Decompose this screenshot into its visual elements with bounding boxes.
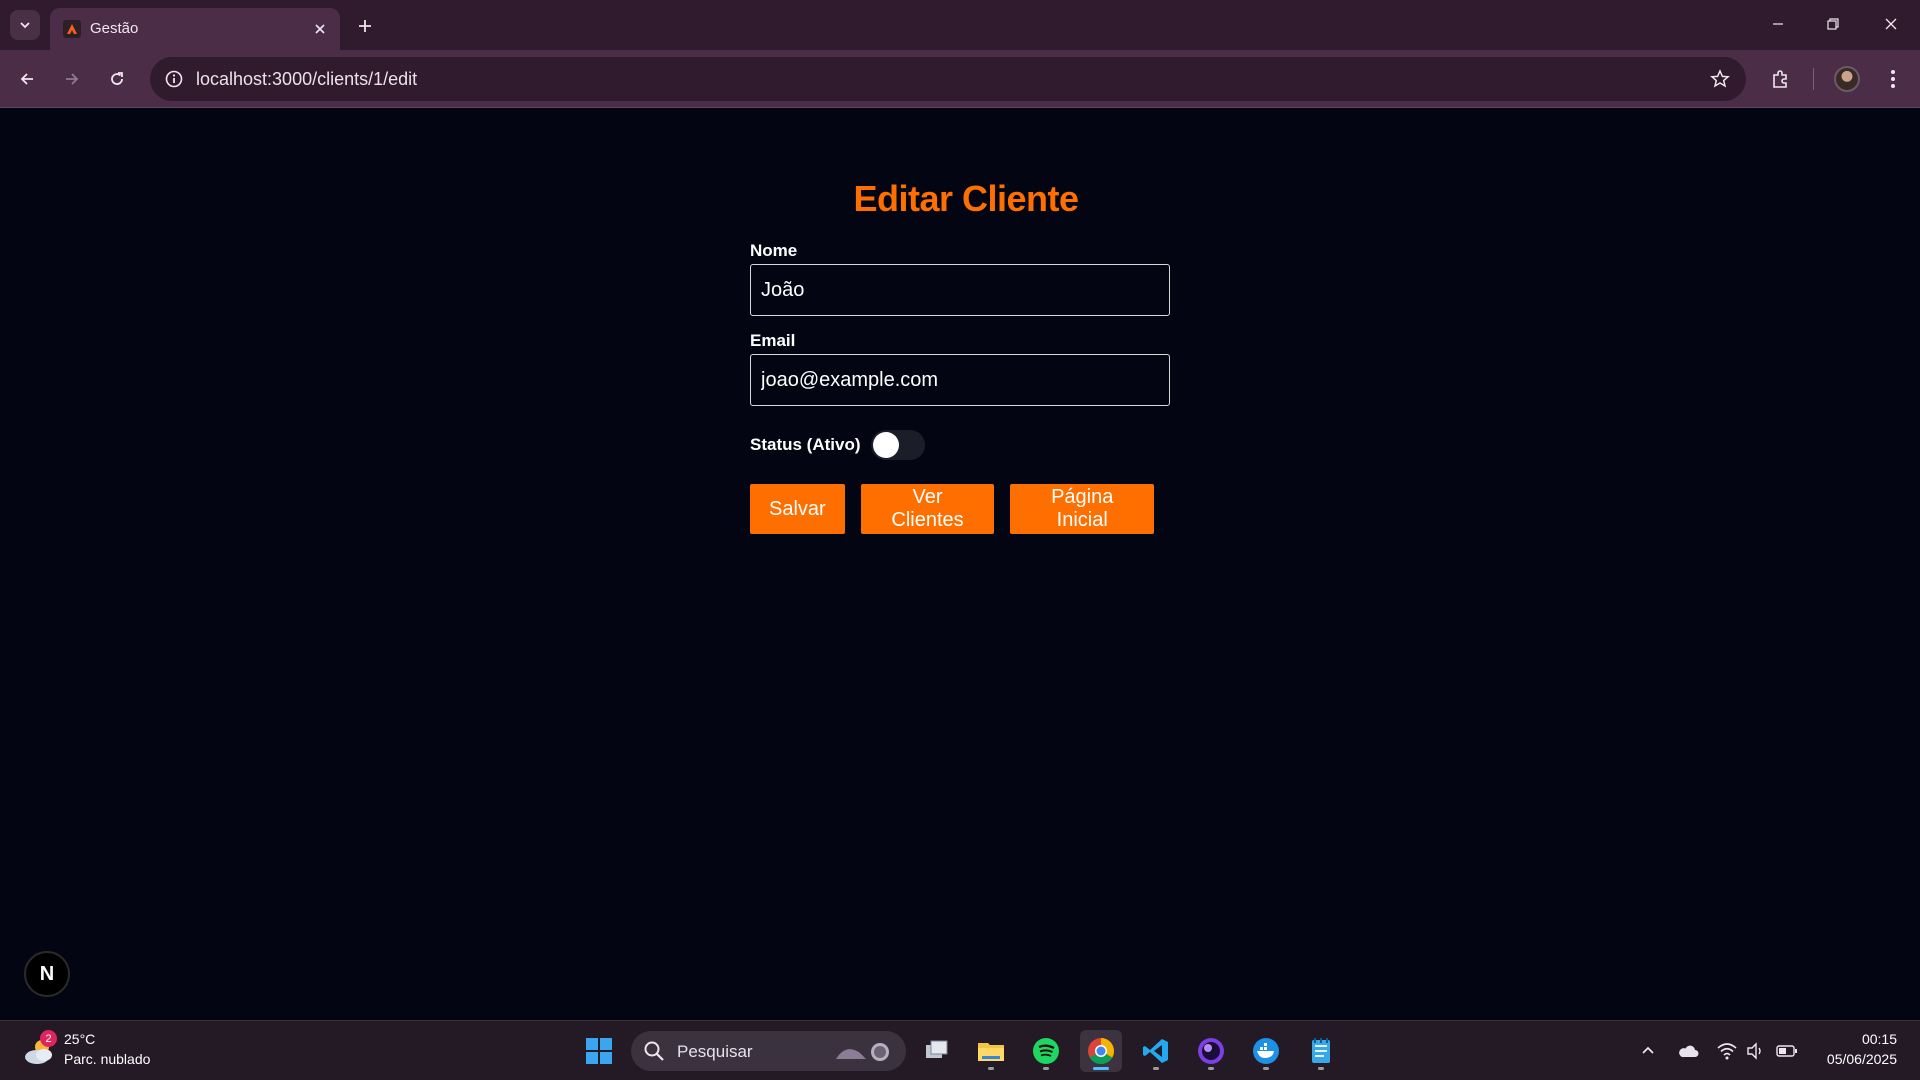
minimize-button[interactable] (1758, 8, 1798, 40)
plus-icon (359, 20, 371, 32)
taskbar-purple-app[interactable] (1190, 1030, 1232, 1072)
clock-date: 05/06/2025 (1826, 1051, 1897, 1067)
avatar (1834, 66, 1860, 92)
restore-icon (1827, 18, 1839, 30)
close-icon (315, 24, 325, 34)
search-icon (644, 1041, 664, 1061)
windows-start-icon (586, 1038, 612, 1064)
spotify-icon (1033, 1038, 1059, 1064)
nextjs-dev-indicator[interactable]: N (24, 951, 70, 997)
tab-title: Gestão (90, 20, 139, 37)
taskbar-notepad[interactable] (1300, 1030, 1342, 1072)
running-indicator (1208, 1067, 1214, 1070)
app-logo-icon (63, 20, 81, 38)
page-content: Editar Cliente Nome Email Status (Ativo)… (0, 109, 1920, 1020)
email-label: Email (750, 331, 796, 350)
taskbar-search[interactable]: Pesquisar (631, 1031, 906, 1071)
status-row: Status (Ativo) (750, 428, 1170, 462)
reload-button[interactable] (100, 62, 134, 96)
arrow-right-icon (66, 73, 79, 85)
app-purple-icon (1198, 1038, 1224, 1064)
status-label: Status (Ativo) (750, 435, 861, 454)
email-field[interactable] (750, 354, 1170, 406)
toggle-knob (872, 432, 899, 458)
notepad-icon (1312, 1038, 1330, 1063)
minimize-icon (1773, 23, 1783, 25)
file-explorer-icon (978, 1043, 1004, 1061)
site-info-icon[interactable] (162, 67, 186, 91)
taskbar-chrome[interactable] (1080, 1030, 1122, 1072)
tab-search-button[interactable] (10, 10, 40, 40)
status-toggle[interactable] (870, 430, 925, 460)
arrow-left-icon (20, 73, 33, 85)
save-button[interactable]: Salvar (750, 484, 845, 534)
browser-menu-button[interactable] (1876, 62, 1910, 96)
view-clients-button[interactable]: Ver Clientes (860, 484, 995, 534)
clock-time: 00:15 (1861, 1031, 1897, 1047)
close-icon (1885, 18, 1897, 30)
browser-tab[interactable]: Gestão (50, 8, 340, 50)
nextjs-logo-icon: N (39, 962, 55, 985)
vscode-icon (1143, 1039, 1168, 1063)
running-indicator (1153, 1067, 1159, 1070)
reload-icon (111, 72, 123, 85)
search-highlight-icon (836, 1043, 889, 1061)
chevron-down-icon (20, 22, 30, 29)
close-window-button[interactable] (1871, 8, 1911, 40)
browser-tab-strip: Gestão (0, 0, 1920, 50)
address-bar[interactable]: localhost:3000/clients/1/edit (150, 57, 1746, 101)
forward-button[interactable] (55, 62, 89, 96)
taskbar-docker[interactable] (1245, 1030, 1287, 1072)
extensions-icon[interactable] (1764, 62, 1798, 96)
running-indicator (1043, 1067, 1049, 1070)
bookmark-star-icon[interactable] (1708, 67, 1732, 91)
kebab-menu-icon (1891, 70, 1895, 88)
docker-icon (1253, 1038, 1279, 1064)
windows-start-button[interactable] (578, 1030, 620, 1072)
taskbar-file-explorer[interactable] (970, 1030, 1012, 1072)
toolbar-divider (1813, 68, 1814, 90)
form-actions: Salvar Ver Clientes Página Inicial (750, 484, 1170, 534)
taskbar-vscode[interactable] (1135, 1030, 1177, 1072)
restore-button[interactable] (1813, 8, 1853, 40)
tab-close-button[interactable] (310, 19, 330, 39)
profile-avatar[interactable] (1830, 62, 1864, 96)
taskbar-task-view[interactable] (915, 1030, 957, 1072)
back-button[interactable] (10, 62, 44, 96)
name-field[interactable] (750, 264, 1170, 316)
active-indicator (1093, 1067, 1109, 1070)
weather-notification-badge: 2 (40, 1030, 57, 1047)
chrome-icon (1088, 1038, 1115, 1065)
address-bar-url: localhost:3000/clients/1/edit (196, 69, 418, 89)
battery-icon[interactable] (1775, 1039, 1799, 1063)
browser-toolbar: localhost:3000/clients/1/edit (0, 50, 1920, 108)
running-indicator (1318, 1067, 1324, 1070)
volume-icon[interactable] (1744, 1039, 1768, 1063)
chevron-up-icon (1642, 1046, 1654, 1054)
running-indicator (988, 1067, 994, 1070)
taskbar-spotify[interactable] (1025, 1030, 1067, 1072)
name-label: Nome (750, 241, 798, 260)
tray-overflow-button[interactable] (1636, 1039, 1660, 1063)
home-button[interactable]: Página Inicial (1010, 484, 1154, 534)
wifi-icon[interactable] (1715, 1039, 1739, 1063)
search-placeholder: Pesquisar (677, 1042, 753, 1061)
page-title: Editar Cliente (853, 178, 1079, 219)
taskbar: 2 25°C Parc. nublado Pesquisar 00:15 05/… (0, 1020, 1920, 1080)
running-indicator (1263, 1067, 1269, 1070)
edit-client-form: Editar Cliente Nome Email Status (Ativo)… (750, 174, 1170, 534)
weather-temperature: 25°C (64, 1031, 96, 1047)
new-tab-button[interactable] (350, 11, 380, 41)
task-view-icon (926, 1040, 948, 1058)
onedrive-icon[interactable] (1676, 1039, 1700, 1063)
weather-description: Parc. nublado (64, 1051, 151, 1067)
